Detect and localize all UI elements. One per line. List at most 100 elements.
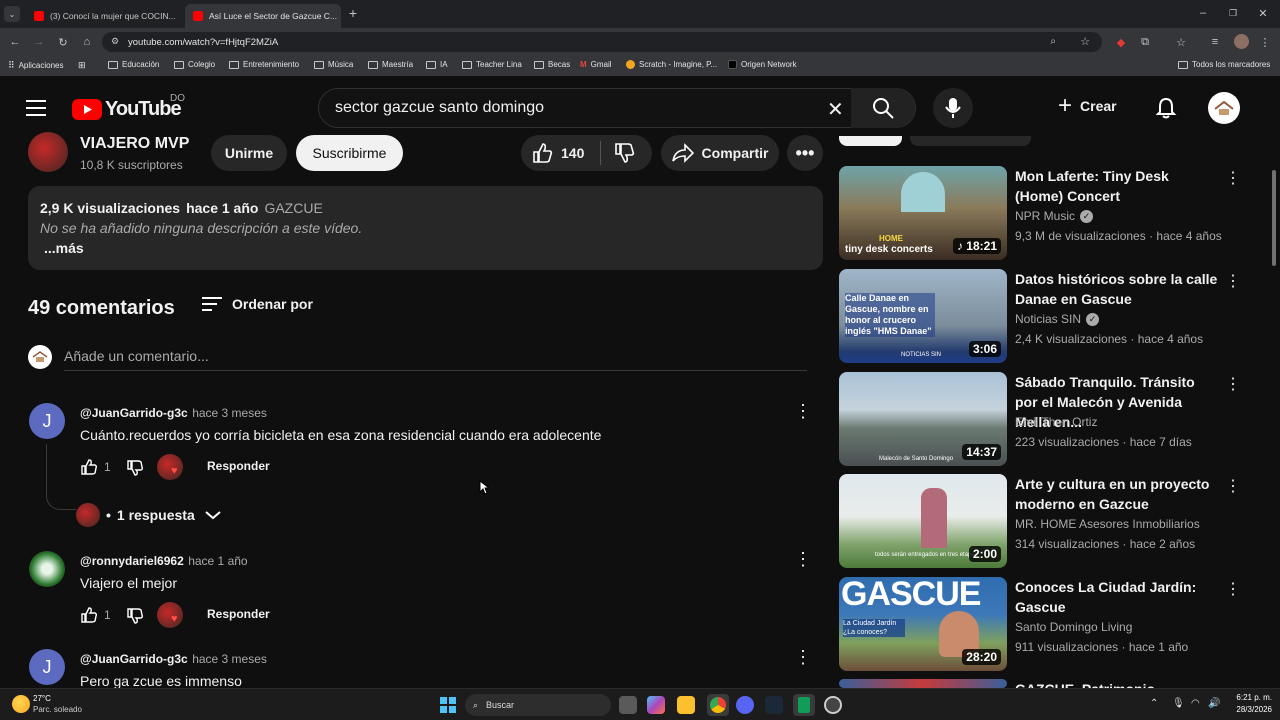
video-menu-icon[interactable]: ⋮	[1223, 271, 1243, 291]
comment-time[interactable]: hace 3 meses	[192, 406, 267, 420]
bookmark-grid[interactable]: ⊞	[78, 60, 86, 71]
bookmark-scratch[interactable]: Scratch - Imagine, P...	[626, 60, 717, 69]
bookmark-teacher-lina[interactable]: Teacher Lina	[462, 60, 522, 69]
extensions-puzzle-icon[interactable]: ⧉	[1138, 35, 1152, 49]
show-more-link[interactable]: ...más	[44, 240, 84, 256]
comment-like-button[interactable]	[80, 458, 98, 476]
video-thumbnail[interactable]: Calle Danae en Gascue, nombre en honor a…	[839, 269, 1007, 363]
voice-search-button[interactable]	[933, 88, 973, 128]
more-actions-button[interactable]: •••	[787, 135, 823, 171]
bookmark-apps[interactable]: ⠿ Aplicaciones	[8, 60, 64, 71]
zoom-icon[interactable]: ⌕	[1050, 36, 1056, 47]
search-input[interactable]: sector gazcue santo domingo ✕	[318, 88, 916, 128]
comment-author[interactable]: @JuanGarrido-g3c	[80, 406, 188, 420]
video-channel[interactable]: MR. HOME Asesores Inmobiliarios	[1015, 517, 1200, 531]
dislike-button[interactable]	[613, 142, 635, 164]
comment-time[interactable]: hace 3 meses	[192, 652, 267, 666]
url-field[interactable]: ⚙ youtube.com/watch?v=fHjtqF2MZiA ⌕ ☆	[102, 32, 1102, 52]
bookmark-gmail[interactable]: M Gmail	[580, 60, 612, 69]
comment-like-button[interactable]	[80, 606, 98, 624]
microphone-tray-icon[interactable]: 🎙	[1172, 698, 1185, 709]
reply-button[interactable]: Responder	[207, 607, 270, 621]
comment-author[interactable]: @JuanGarrido-g3c	[80, 652, 188, 666]
comment-avatar[interactable]	[29, 551, 65, 587]
comment-menu-icon[interactable]: ⋮	[794, 401, 812, 422]
reply-button[interactable]: Responder	[207, 459, 270, 473]
forward-icon[interactable]: →	[32, 35, 46, 49]
like-button[interactable]: 140	[531, 142, 584, 164]
chip-selected[interactable]	[839, 136, 902, 146]
bookmark-all[interactable]: Todos los marcadores	[1178, 60, 1270, 69]
bookmark-becas[interactable]: Becas	[534, 60, 570, 69]
video-title[interactable]: Datos históricos sobre la calle Danae en…	[1015, 269, 1220, 309]
video-channel[interactable]: Santo Domingo Living	[1015, 620, 1132, 634]
window-close-icon[interactable]: ✕	[1256, 6, 1270, 20]
weather-temp[interactable]: 27°C	[33, 694, 51, 703]
comment-author[interactable]: @ronnydariel6962	[80, 554, 184, 568]
comment-menu-icon[interactable]: ⋮	[794, 549, 812, 570]
bookmark-entretenimiento[interactable]: Entretenimiento	[229, 60, 299, 69]
comment-menu-icon[interactable]: ⋮	[794, 647, 812, 668]
bookmark-star-icon[interactable]: ☆	[1080, 35, 1090, 48]
video-menu-icon[interactable]: ⋮	[1223, 374, 1243, 394]
bookmark-maestria[interactable]: Maestría	[368, 60, 413, 69]
hashtag-link[interactable]: GAZCUE	[264, 200, 322, 216]
back-icon[interactable]: ←	[8, 35, 22, 49]
video-thumbnail[interactable]	[839, 679, 1007, 688]
video-menu-icon[interactable]: ⋮	[1223, 168, 1243, 188]
bookmark-colegio[interactable]: Colegio	[174, 60, 215, 69]
maximize-icon[interactable]: ❐	[1226, 6, 1240, 20]
comment-dislike-button[interactable]	[126, 607, 144, 625]
home-icon[interactable]: ⌂	[80, 35, 94, 49]
page-scrollbar-thumb[interactable]	[1272, 170, 1276, 266]
channel-avatar[interactable]	[28, 132, 68, 172]
taskbar-search[interactable]: ⌕ Buscar	[465, 694, 611, 716]
channel-name[interactable]: VIAJERO MVP	[80, 135, 189, 153]
file-explorer-icon[interactable]	[677, 696, 695, 714]
clock-date[interactable]: 28/3/2026	[1222, 705, 1272, 714]
bookmark-musica[interactable]: Música	[314, 60, 353, 69]
tab-2[interactable]: Así Luce el Sector de Gazcue C... ✕	[185, 4, 341, 28]
video-thumbnail[interactable]: Malecón de Santo Domingo 14:37	[839, 372, 1007, 466]
steam-icon[interactable]	[765, 696, 783, 714]
profile-avatar[interactable]	[1234, 34, 1249, 49]
video-channel[interactable]: NPR Music ✓	[1015, 209, 1094, 223]
bookmark-ia[interactable]: IA	[426, 60, 448, 69]
account-avatar[interactable]	[1208, 92, 1240, 124]
tab-search-icon[interactable]: ⌄	[4, 6, 20, 22]
video-thumbnail[interactable]: GASCUE La Ciudad Jardín ¿La conoces? 28:…	[839, 577, 1007, 671]
tray-chevron-icon[interactable]: ⌃	[1150, 698, 1158, 709]
comment-avatar[interactable]: J	[29, 649, 65, 685]
create-button[interactable]: + Crear	[1058, 94, 1117, 118]
weather-icon[interactable]	[12, 695, 30, 713]
task-view-icon[interactable]	[619, 696, 637, 714]
volume-icon[interactable]: 🔊	[1208, 698, 1220, 709]
description-box[interactable]: 2,9 K visualizaciones hace 1 año GAZCUE …	[28, 186, 823, 270]
sort-button[interactable]: Ordenar por	[202, 296, 313, 312]
video-title[interactable]: GAZCUE, Patrimonio...	[1015, 679, 1220, 688]
chip[interactable]	[910, 136, 1031, 146]
minimize-icon[interactable]: –	[1196, 6, 1210, 20]
discord-icon[interactable]	[736, 696, 754, 714]
video-thumbnail[interactable]: todos serán entregados en tres etapas 2:…	[839, 474, 1007, 568]
tab-1[interactable]: (3) Conocí la mujer que COCIN... ✕	[26, 4, 182, 28]
reload-icon[interactable]: ↻	[56, 35, 70, 49]
clear-search-icon[interactable]: ✕	[827, 97, 844, 122]
browser-menu-icon[interactable]: ⋮	[1258, 35, 1272, 49]
add-comment-input[interactable]: Añade un comentario...	[64, 348, 807, 371]
comment-time[interactable]: hace 1 año	[188, 554, 247, 568]
join-button[interactable]: Unirme	[211, 135, 287, 171]
video-thumbnail[interactable]: HOME tiny desk concerts ♪ 18:21	[839, 166, 1007, 260]
video-channel[interactable]: Noticias SIN ✓	[1015, 312, 1100, 326]
video-channel[interactable]: Emil Then Ortiz	[1015, 415, 1097, 429]
subscribe-button[interactable]: Suscribirme	[296, 135, 403, 171]
video-title[interactable]: Mon Laferte: Tiny Desk (Home) Concert	[1015, 166, 1220, 206]
sheets-app-icon[interactable]	[793, 694, 815, 716]
video-title[interactable]: Conoces La Ciudad Jardín: Gascue	[1015, 577, 1220, 617]
extension-icon[interactable]: ◆	[1114, 35, 1128, 49]
reading-list-icon[interactable]: ≡	[1208, 35, 1222, 49]
menu-hamburger-icon[interactable]	[26, 99, 46, 117]
video-title[interactable]: Arte y cultura en un proyecto moderno en…	[1015, 474, 1220, 514]
favorites-icon[interactable]: ☆	[1174, 35, 1188, 49]
comment-dislike-button[interactable]	[126, 459, 144, 477]
